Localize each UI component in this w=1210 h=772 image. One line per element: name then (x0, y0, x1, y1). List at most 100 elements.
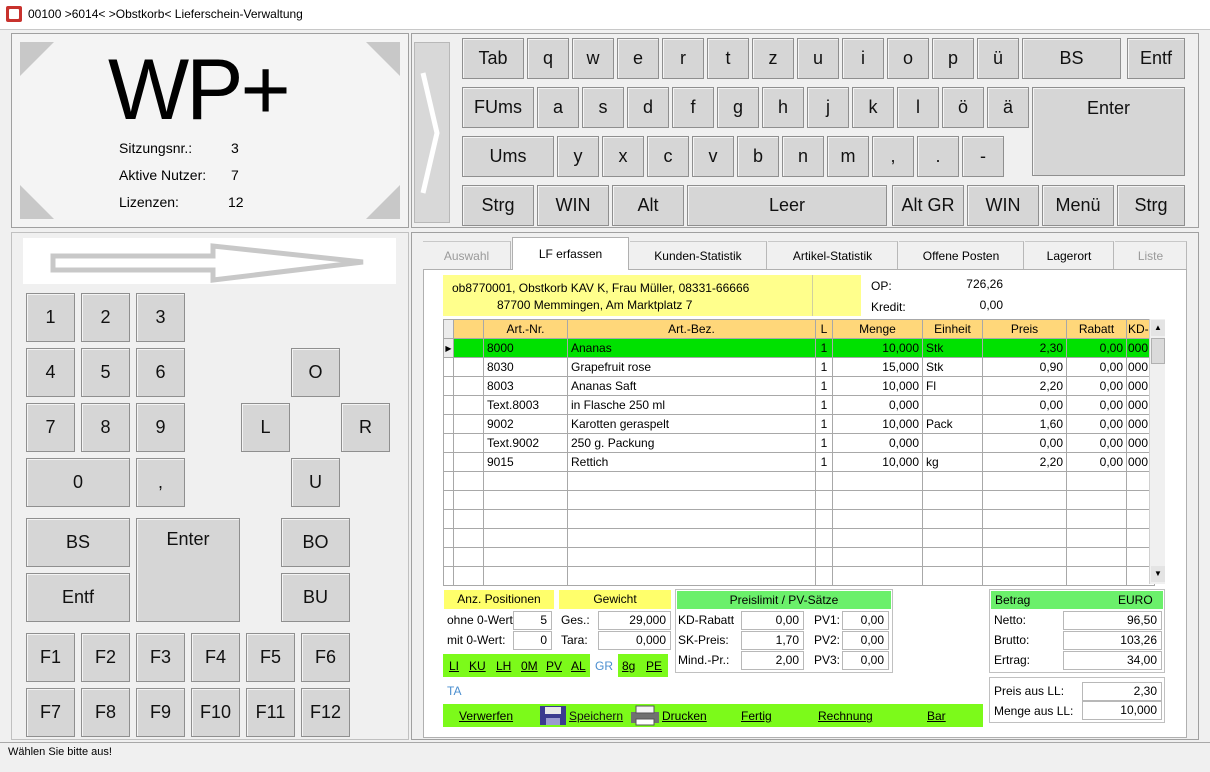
key-q[interactable]: q (527, 38, 569, 79)
table-cell[interactable]: Karotten geraspelt (567, 414, 816, 434)
tab-kunden-statistik[interactable]: Kunden-Statistik (630, 241, 767, 269)
table-cell[interactable] (922, 433, 983, 453)
table-cell[interactable]: Grapefruit rose (567, 357, 816, 377)
key-altgr[interactable]: Alt GR (892, 185, 964, 226)
numpad-6[interactable]: 6 (136, 348, 185, 397)
table-cell[interactable]: Ananas Saft (567, 376, 816, 396)
table-cell[interactable] (483, 528, 568, 548)
key-l[interactable]: l (897, 87, 939, 128)
table-cell[interactable]: 0,000 (832, 433, 923, 453)
speichern-button[interactable]: Speichern (569, 709, 623, 723)
table-cell[interactable]: 1 (815, 452, 833, 472)
key-period[interactable]: . (917, 136, 959, 177)
table-cell[interactable] (922, 509, 983, 529)
table-cell[interactable]: 1 (815, 414, 833, 434)
table-cell[interactable]: 8030 (483, 357, 568, 377)
table-cell[interactable]: 0,00 (1066, 357, 1127, 377)
key-ctrl-right[interactable]: Strg (1117, 185, 1185, 226)
key-u[interactable]: u (797, 38, 839, 79)
f2-button[interactable]: F2 (81, 633, 130, 682)
table-cell[interactable]: 1 (815, 433, 833, 453)
key-delete[interactable]: Entf (1127, 38, 1185, 79)
tab-offene-posten[interactable]: Offene Posten (899, 241, 1024, 269)
key-p[interactable]: p (932, 38, 974, 79)
table-cell[interactable] (453, 566, 484, 586)
keyboard-toggle[interactable] (414, 42, 450, 223)
table-cell[interactable]: 10,000 (832, 452, 923, 472)
table-cell[interactable] (453, 395, 484, 415)
table-cell[interactable] (1066, 471, 1127, 491)
key-win-left[interactable]: WIN (537, 185, 609, 226)
table-cell[interactable] (453, 376, 484, 396)
key-x[interactable]: x (602, 136, 644, 177)
table-cell[interactable] (567, 509, 816, 529)
key-e[interactable]: e (617, 38, 659, 79)
table-cell[interactable] (832, 509, 923, 529)
key-a[interactable]: a (537, 87, 579, 128)
column-header-menge[interactable]: Menge (832, 319, 923, 339)
table-cell[interactable] (567, 566, 816, 586)
table-cell[interactable] (453, 414, 484, 434)
collapse-keyboard-toggle[interactable] (23, 238, 396, 284)
bu-button[interactable]: BU (281, 573, 350, 622)
table-cell[interactable]: Pack (922, 414, 983, 434)
column-header-art-nr[interactable]: Art.-Nr. (483, 319, 568, 339)
table-cell[interactable]: 0,90 (982, 357, 1067, 377)
table-cell[interactable]: 8000 (483, 338, 568, 358)
table-cell[interactable] (922, 395, 983, 415)
nav-r-button[interactable]: R (341, 403, 390, 452)
rechnung-button[interactable]: Rechnung (818, 709, 873, 723)
table-cell[interactable]: 8003 (483, 376, 568, 396)
table-cell[interactable]: 1 (815, 338, 833, 358)
key-j[interactable]: j (807, 87, 849, 128)
tab-liste[interactable]: Liste (1115, 241, 1187, 269)
table-cell[interactable]: 2,20 (982, 376, 1067, 396)
key-k[interactable]: k (852, 87, 894, 128)
table-row[interactable] (443, 528, 1155, 548)
key-o[interactable]: o (887, 38, 929, 79)
key-d[interactable]: d (627, 87, 669, 128)
shortcut-0m[interactable]: 0M (521, 659, 538, 673)
key-alt[interactable]: Alt (612, 185, 684, 226)
numpad-2[interactable]: 2 (81, 293, 130, 342)
table-cell[interactable] (483, 471, 568, 491)
table-cell[interactable] (832, 566, 923, 586)
numpad-enter[interactable]: Enter (136, 518, 240, 622)
key-v[interactable]: v (692, 136, 734, 177)
bar-button[interactable]: Bar (927, 709, 946, 723)
f9-button[interactable]: F9 (136, 688, 185, 737)
table-cell[interactable]: 0,00 (1066, 395, 1127, 415)
table-row[interactable]: ▶ 8000 Ananas 1 10,000 Stk 2,30 0,00 000 (443, 338, 1155, 358)
table-cell[interactable]: 1,60 (982, 414, 1067, 434)
table-cell[interactable] (483, 547, 568, 567)
table-cell[interactable]: Stk (922, 357, 983, 377)
drucken-button[interactable]: Drucken (662, 709, 707, 723)
grid-scrollbar[interactable]: ▲ ▼ (1149, 319, 1165, 584)
table-cell[interactable]: 0,00 (1066, 376, 1127, 396)
table-cell[interactable]: 0,00 (1066, 338, 1127, 358)
key-ctrl-left[interactable]: Strg (462, 185, 534, 226)
key-y[interactable]: y (557, 136, 599, 177)
table-cell[interactable]: Fl (922, 376, 983, 396)
tab-lf-erfassen[interactable]: LF erfassen (512, 237, 629, 270)
numpad-5[interactable]: 5 (81, 348, 130, 397)
f11-button[interactable]: F11 (246, 688, 295, 737)
table-row[interactable] (443, 490, 1155, 510)
table-cell[interactable] (453, 547, 484, 567)
table-cell[interactable] (832, 528, 923, 548)
table-cell[interactable] (453, 528, 484, 548)
f6-button[interactable]: F6 (301, 633, 350, 682)
table-cell[interactable]: 0,00 (982, 433, 1067, 453)
table-cell[interactable] (815, 528, 833, 548)
table-cell[interactable]: in Flasche 250 ml (567, 395, 816, 415)
numpad-8[interactable]: 8 (81, 403, 130, 452)
table-cell[interactable]: 1 (815, 395, 833, 415)
table-cell[interactable]: 0,000 (832, 395, 923, 415)
nav-u-button[interactable]: U (291, 458, 340, 507)
table-cell[interactable] (1066, 490, 1127, 510)
table-cell[interactable] (1066, 566, 1127, 586)
table-cell[interactable] (453, 357, 484, 377)
numpad-comma[interactable]: , (136, 458, 185, 507)
key-ae[interactable]: ä (987, 87, 1029, 128)
f7-button[interactable]: F7 (26, 688, 75, 737)
